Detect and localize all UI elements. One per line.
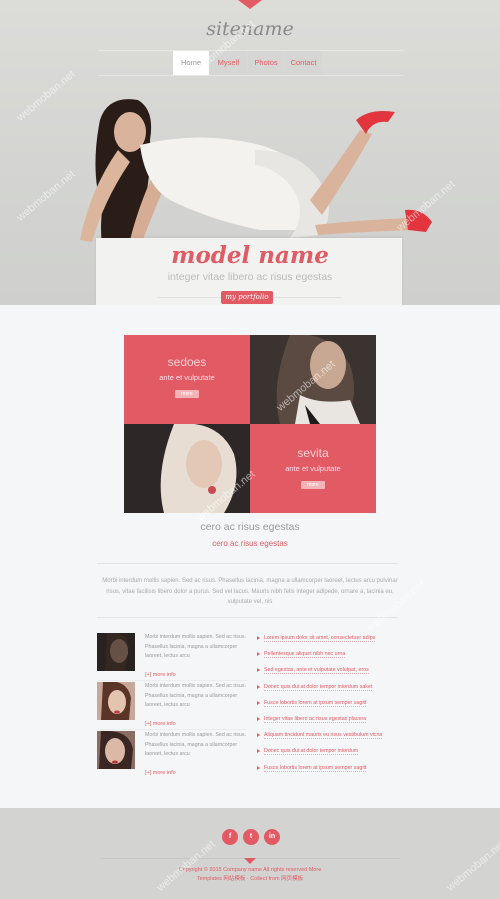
section-divider-top (97, 563, 398, 564)
arrow-right-icon (257, 668, 260, 673)
arrow-right-icon (257, 636, 260, 640)
item-divider (97, 729, 247, 730)
hero-subtitle: integer vitae libero ac risus egestas (167, 271, 333, 283)
list-item: Morbi interdum mollis sapien. Sed ac ris… (97, 633, 247, 679)
tile-subtitle: ante et vulputate (159, 373, 215, 382)
tile-subtitle: ante et vulputate (285, 464, 341, 473)
list-link[interactable]: Fusce lobortis lorem at ipsum semper sag… (255, 760, 400, 776)
list-link[interactable]: Integer vitae libero ac risus egestas pl… (255, 711, 400, 727)
section-title: cero ac risus egestas (200, 521, 300, 533)
list-link[interactable]: Aliquam tincidunt mauris eu risus vestib… (255, 727, 400, 743)
tile-title: sedoes (167, 355, 207, 369)
item-thumbnail[interactable] (97, 731, 135, 769)
arrow-right-icon (257, 733, 260, 738)
list-link[interactable]: Fusce lobortis lorem at ipsum semper sag… (255, 695, 400, 711)
arrow-right-icon (257, 749, 260, 754)
linkedin-icon[interactable]: in (264, 829, 280, 845)
item-thumbnail[interactable] (97, 633, 135, 671)
portrait-image (250, 335, 376, 424)
item-text: Morbi interdum mollis sapien. Sed ac ris… (145, 683, 246, 708)
list-link[interactable]: Sed egestas, ante et vulputate volutpat,… (255, 662, 400, 678)
site-logo[interactable]: sitename (0, 18, 500, 40)
nav-photos[interactable]: Photos (248, 51, 284, 75)
item-text: Morbi interdum mollis sapien. Sed ac ris… (145, 732, 246, 757)
intro-paragraph: Morbi interdum mollis sapien. Sed ac ris… (102, 578, 398, 605)
tile-title: sevita (297, 446, 329, 460)
section-divider-bottom (97, 617, 398, 618)
tile-more-button[interactable]: more (301, 481, 325, 489)
footer (0, 808, 500, 899)
nav-bottom-line (98, 75, 404, 76)
list-link[interactable]: Pellentesque aliquet nibh nec urna (255, 646, 400, 662)
copyright: Copyright © 2015 Company name All rights… (0, 866, 500, 884)
main-nav: Home Myself Photos Contact (173, 51, 323, 75)
more-info-link[interactable]: [+] more info (145, 721, 176, 727)
credit-link[interactable]: Templates 网站模板 · Collect from 网页模板 (0, 875, 500, 884)
facebook-icon[interactable]: f (222, 829, 238, 845)
arrow-right-icon (257, 684, 260, 689)
nav-contact[interactable]: Contact (285, 51, 322, 75)
hero-title: model name (171, 242, 329, 269)
arrow-right-icon (257, 765, 260, 770)
nav-home[interactable]: Home (173, 51, 209, 75)
gallery-photo-1[interactable] (250, 335, 376, 424)
section-subtitle: cero ac risus egestas (212, 539, 288, 548)
copyright-text: Copyright © 2015 Company name All rights… (178, 867, 322, 873)
link-list: Lorem ipsum dolor sit amet, consectetuer… (255, 630, 400, 776)
twitter-icon[interactable]: t (243, 829, 259, 845)
list-item: Morbi interdum mollis sapien. Sed ac ris… (97, 682, 247, 728)
portfolio-button[interactable]: my portfolio (221, 291, 273, 304)
arrow-right-icon (257, 716, 260, 721)
arrow-right-icon (257, 652, 260, 657)
portrait-image (124, 424, 250, 513)
list-link[interactable]: Lorem ipsum dolor sit amet, consectetuer… (255, 630, 400, 646)
tile-more-button[interactable]: more (175, 390, 199, 398)
hero-section: sitename Home Myself Photos Contact mode… (0, 0, 500, 305)
more-info-link[interactable]: [+] more info (145, 672, 176, 678)
list-link[interactable]: Donec quis dui at dolor tempor interdum … (255, 679, 400, 695)
photo-gallery: sedoes ante et vulputate more sevita ant… (124, 335, 376, 513)
list-link[interactable]: Donec quis dui at dolor tempor interdum (255, 743, 400, 759)
gallery-tile-sedoes[interactable]: sedoes ante et vulputate more (124, 335, 250, 424)
top-marker (238, 0, 262, 9)
gallery-tile-sevita[interactable]: sevita ante et vulputate more (250, 424, 376, 513)
arrow-right-icon (257, 700, 260, 705)
more-info-link[interactable]: [+] more info (145, 770, 176, 776)
list-item: Morbi interdum mollis sapien. Sed ac ris… (97, 731, 247, 777)
item-divider (97, 680, 247, 681)
gallery-photo-2[interactable] (124, 424, 250, 513)
item-text: Morbi interdum mollis sapien. Sed ac ris… (145, 634, 246, 659)
item-thumbnail[interactable] (97, 682, 135, 720)
nav-myself[interactable]: Myself (210, 51, 247, 75)
